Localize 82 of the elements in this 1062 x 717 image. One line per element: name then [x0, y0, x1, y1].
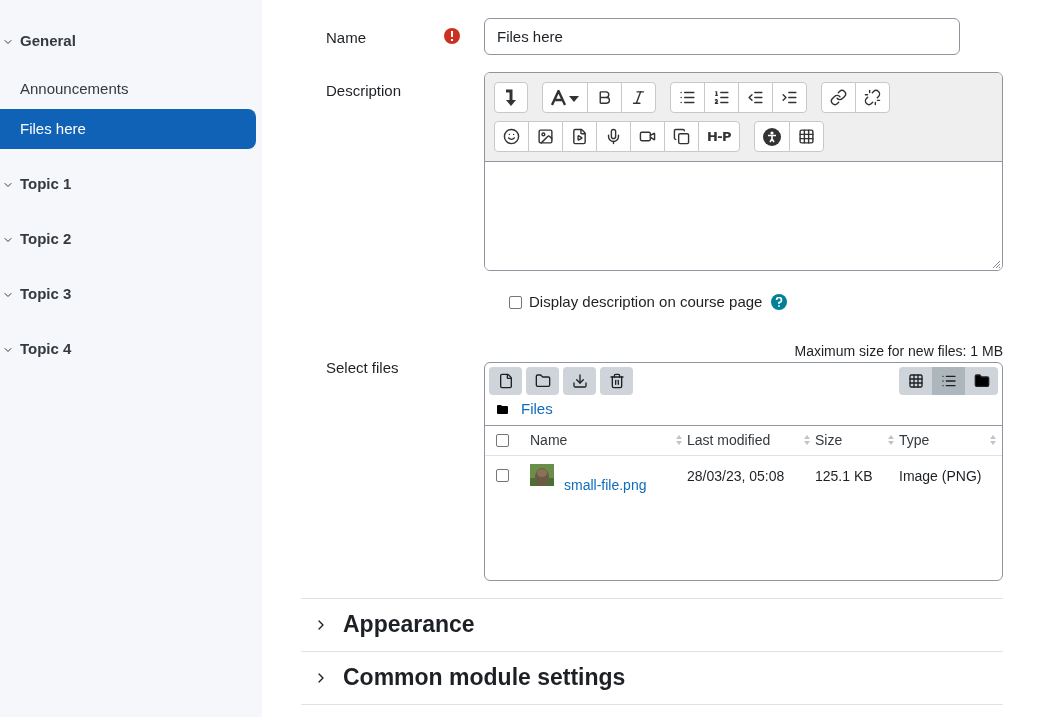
image-icon	[537, 128, 554, 145]
arrow-icon	[505, 88, 517, 107]
name-field[interactable]: Files here	[484, 18, 960, 55]
field-label: Description	[326, 82, 402, 99]
view-icon	[907, 372, 924, 389]
grid-icon	[797, 128, 815, 145]
accessibility-icon	[762, 127, 781, 146]
indent-button[interactable]	[772, 82, 807, 113]
sidebar-section[interactable]: Topic 2	[0, 226, 256, 253]
field-label: Select files	[326, 358, 399, 376]
sort-icon	[989, 434, 997, 446]
copy-icon	[673, 128, 690, 145]
link-icon	[830, 89, 847, 106]
resize-handle-icon[interactable]	[991, 259, 1001, 269]
trash-icon	[608, 372, 625, 389]
view-toggle[interactable]	[932, 366, 965, 395]
add-file-button[interactable]	[489, 366, 522, 395]
sidebar-item[interactable]: Files here	[0, 109, 256, 149]
column-header[interactable]: Type	[899, 429, 930, 451]
view-toggle[interactable]	[965, 366, 998, 395]
indent-icon	[781, 89, 798, 106]
italic-icon	[630, 89, 647, 106]
table-cell-text: Image (PNG)	[899, 466, 983, 486]
help-icon[interactable]	[771, 294, 788, 311]
microphone-icon	[605, 128, 622, 145]
sort-icon	[803, 434, 811, 446]
view-icon	[973, 372, 990, 389]
checkbox-label: Display description on course page	[529, 292, 763, 312]
accessibility-button[interactable]	[753, 121, 790, 152]
emoji-button[interactable]	[494, 121, 529, 152]
bold-button[interactable]	[587, 82, 622, 113]
numbered-list-button[interactable]	[704, 82, 739, 113]
link-button[interactable]	[821, 82, 856, 113]
sidebar-section[interactable]: General	[0, 28, 256, 55]
max-size-text: Maximum size for new files: 1 MB	[794, 341, 1003, 360]
sidebar-item[interactable]: Announcements	[0, 69, 256, 109]
unlink-icon	[864, 89, 881, 106]
copy-button[interactable]	[664, 121, 699, 152]
checkbox[interactable]	[509, 295, 522, 309]
sort-icon	[675, 434, 683, 446]
download-icon	[571, 372, 588, 389]
sidebar-section[interactable]: Topic 1	[0, 171, 256, 198]
media-button[interactable]	[562, 121, 597, 152]
italic-button[interactable]	[621, 82, 656, 113]
folder-icon	[534, 372, 551, 389]
smiley-icon	[503, 128, 520, 145]
audio-button[interactable]	[596, 121, 631, 152]
breadcrumb-link[interactable]: Files	[521, 398, 553, 421]
field-label: Name	[326, 28, 367, 48]
video-button[interactable]	[630, 121, 665, 152]
numbered-list-icon	[713, 89, 730, 106]
media-file-icon	[571, 128, 588, 145]
font-button[interactable]	[542, 82, 588, 113]
bullet-list-icon	[679, 89, 696, 106]
checkbox[interactable]	[496, 468, 509, 482]
section-header[interactable]: Appearance	[301, 598, 1003, 652]
undo-button[interactable]	[494, 82, 528, 113]
sort-icon	[887, 434, 895, 446]
font-icon	[551, 89, 579, 106]
download-button[interactable]	[563, 366, 596, 395]
sidebar-section[interactable]: Topic 3	[0, 281, 256, 308]
more-button[interactable]	[788, 121, 824, 152]
section-header[interactable]: Common module settings	[301, 651, 1003, 705]
column-header[interactable]: Size	[815, 429, 843, 451]
table-cell-text: 125.1 KB	[815, 466, 874, 486]
outdent-button[interactable]	[738, 82, 773, 113]
create-folder-button[interactable]	[526, 366, 559, 395]
folder-icon	[497, 405, 508, 414]
column-header[interactable]: Name	[530, 429, 568, 451]
unlink-button[interactable]	[855, 82, 890, 113]
column-header[interactable]: Last modified	[687, 429, 771, 451]
table-cell-text: 28/03/23, 05:08	[687, 466, 786, 486]
sidebar-section[interactable]: Topic 4	[0, 336, 256, 363]
outdent-icon	[747, 89, 764, 106]
view-toggle[interactable]	[899, 366, 932, 395]
bullet-list-button[interactable]	[670, 82, 705, 113]
file-icon	[497, 372, 514, 389]
image-button[interactable]	[528, 121, 563, 152]
delete-button[interactable]	[600, 366, 633, 395]
h5p-button[interactable]: H-P	[698, 121, 740, 152]
checkbox[interactable]	[496, 433, 509, 447]
file-link[interactable]: small-file.png	[564, 477, 647, 492]
